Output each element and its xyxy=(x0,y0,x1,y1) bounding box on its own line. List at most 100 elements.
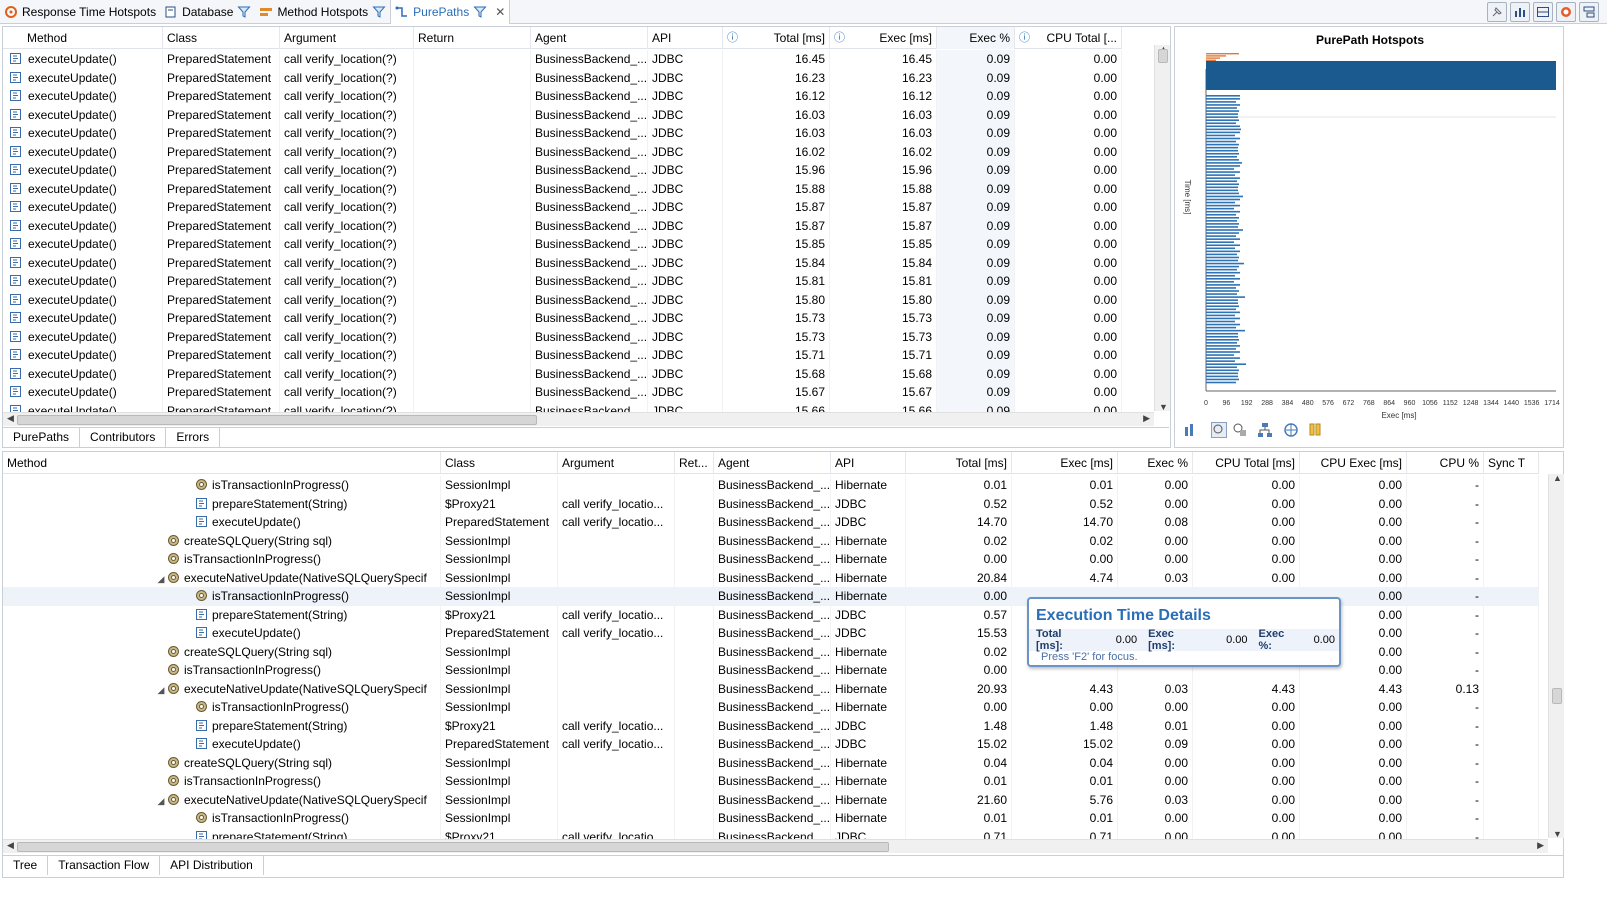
tab-method-hotspots[interactable]: Method Hotspots xyxy=(255,0,390,24)
record-icon[interactable] xyxy=(1556,2,1576,22)
tree-column-header[interactable]: API xyxy=(831,452,906,474)
column-header-method[interactable]: Method xyxy=(3,27,163,49)
tree-row[interactable]: executeUpdate() PreparedStatement call ver… xyxy=(3,735,1539,754)
tree-row[interactable]: prepareStatement(String) $Proxy21 call ver… xyxy=(3,716,1539,735)
collapse-arrow-icon[interactable]: ◢ xyxy=(155,570,167,588)
table-row[interactable]: executeUpdate() PreparedStatement call ver… xyxy=(3,87,1122,106)
tree-row[interactable]: isTransactionInProgress() SessionImpl Busi… xyxy=(3,698,1539,717)
filter-icon[interactable] xyxy=(372,5,386,19)
hotspots-chart-canvas[interactable]: 0 96 192 288 384 480 576 672 768 864 960 1056 1152 12… xyxy=(1175,47,1565,437)
cell-text: JDBC xyxy=(652,89,684,103)
tree-row[interactable]: isTransactionInProgress() SessionImpl Busi… xyxy=(3,476,1539,495)
tree-row[interactable]: ◢ executeNativeUpdate(NativeSQLQuerySpeci… xyxy=(3,568,1539,588)
tree-row[interactable]: ◢ executeNativeUpdate(NativeSQLQuerySpeci… xyxy=(3,790,1539,810)
tab-purepaths[interactable]: PurePaths ✕ xyxy=(390,0,511,24)
column-header-exec[interactable]: Exec % xyxy=(937,27,1015,49)
collapse-arrow-icon[interactable]: ◢ xyxy=(155,792,167,810)
tab-response-time-hotspots[interactable]: Response Time Hotspots xyxy=(0,0,160,24)
tree-column-header[interactable]: Total [ms] xyxy=(906,452,1012,474)
table-row[interactable]: executeUpdate() PreparedStatement call ver… xyxy=(3,272,1122,291)
table-row[interactable]: executeUpdate() PreparedStatement call ver… xyxy=(3,253,1122,272)
info-icon[interactable]: ⓘ xyxy=(834,27,845,49)
table-row[interactable]: executeUpdate() PreparedStatement call ver… xyxy=(3,50,1122,69)
tree-column-header[interactable]: Method xyxy=(3,452,441,474)
column-header-argument[interactable]: Argument xyxy=(280,27,414,49)
tree-column-header[interactable]: Class xyxy=(441,452,558,474)
cell-text: 0.00 xyxy=(1271,570,1295,585)
chart-toggle-icon[interactable] xyxy=(1510,2,1530,22)
tree-column-header[interactable]: Exec [ms] xyxy=(1012,452,1118,474)
bar-chart-icon[interactable] xyxy=(1183,422,1201,440)
tree-view-icon[interactable] xyxy=(1257,422,1275,440)
layout-icon[interactable] xyxy=(1579,2,1599,22)
collapse-arrow-icon[interactable]: ◢ xyxy=(155,681,167,699)
tree-horizontal-scrollbar[interactable]: ◀ ▶ xyxy=(3,839,1548,853)
table-row[interactable]: executeUpdate() PreparedStatement call ver… xyxy=(3,235,1122,254)
tree-row[interactable]: createSQLQuery(String sql) SessionImpl Bus… xyxy=(3,753,1539,772)
tree-row[interactable]: ◢ executeNativeUpdate(NativeSQLQuerySpeci… xyxy=(3,679,1539,699)
purepaths-subtabs: PurePaths Contributors Errors xyxy=(3,427,1169,447)
tree-row[interactable]: isTransactionInProgress() SessionImpl Busi… xyxy=(3,809,1539,828)
hotspot-bar xyxy=(1206,326,1236,329)
tree-row[interactable]: isTransactionInProgress() SessionImpl Busi… xyxy=(3,550,1539,569)
subtab-errors[interactable]: Errors xyxy=(166,428,221,447)
purepaths-vertical-scrollbar[interactable]: ▲ ▼ xyxy=(1154,44,1170,412)
table-row[interactable]: executeUpdate() PreparedStatement call ver… xyxy=(3,124,1122,143)
column-header-return[interactable]: Return xyxy=(414,27,531,49)
column-header-total-ms[interactable]: ⓘ Total [ms] xyxy=(723,27,830,49)
tab-database[interactable]: Database xyxy=(160,0,255,24)
tree-column-header[interactable]: Argument xyxy=(558,452,675,474)
tree-row[interactable]: prepareStatement(String) $Proxy21 call ver… xyxy=(3,494,1539,513)
table-row[interactable]: executeUpdate() PreparedStatement call ver… xyxy=(3,401,1122,412)
table-row[interactable]: executeUpdate() PreparedStatement call ver… xyxy=(3,142,1122,161)
column-header-class[interactable]: Class xyxy=(163,27,280,49)
pause-icon[interactable] xyxy=(1307,422,1325,440)
filter-icon[interactable] xyxy=(473,5,487,19)
filter-icon[interactable] xyxy=(237,5,252,19)
tree-column-header[interactable]: Ret... xyxy=(675,452,714,474)
table-row[interactable]: executeUpdate() PreparedStatement call ver… xyxy=(3,290,1122,309)
sync-icon[interactable] xyxy=(1283,422,1301,440)
subtab-api-distribution[interactable]: API Distribution xyxy=(160,856,264,875)
hotspot-view-icon[interactable] xyxy=(1211,422,1229,440)
table-row[interactable]: executeUpdate() PreparedStatement call ver… xyxy=(3,179,1122,198)
table-row[interactable]: executeUpdate() PreparedStatement call ver… xyxy=(3,198,1122,217)
subtab-transaction-flow[interactable]: Transaction Flow xyxy=(48,856,161,875)
column-header-api[interactable]: API xyxy=(648,27,723,49)
table-row[interactable]: executeUpdate() PreparedStatement call ver… xyxy=(3,105,1122,124)
column-header-agent[interactable]: Agent xyxy=(531,27,648,49)
table-cell: BusinessBackend_... xyxy=(531,87,648,106)
table-row[interactable]: executeUpdate() PreparedStatement call ver… xyxy=(3,161,1122,180)
close-icon[interactable]: ✕ xyxy=(495,5,505,19)
tree-column-header[interactable]: Sync T xyxy=(1484,452,1539,474)
tree-column-header[interactable]: CPU Exec [ms] xyxy=(1300,452,1407,474)
purepaths-horizontal-scrollbar[interactable]: ◀ ▶ xyxy=(3,412,1154,426)
table-row[interactable]: executeUpdate() PreparedStatement call ver… xyxy=(3,327,1122,346)
table-row[interactable]: executeUpdate() PreparedStatement call ver… xyxy=(3,383,1122,402)
table-row[interactable]: executeUpdate() PreparedStatement call ver… xyxy=(3,68,1122,87)
table-row[interactable]: executeUpdate() PreparedStatement call ver… xyxy=(3,346,1122,365)
column-header-cpu-total[interactable]: ⓘ CPU Total [... xyxy=(1015,27,1122,49)
tree-vertical-scrollbar[interactable]: ▲ ▼ xyxy=(1548,473,1564,839)
subtab-purepaths[interactable]: PurePaths xyxy=(3,428,81,447)
column-header-label: Return xyxy=(418,31,455,45)
info-icon[interactable]: ⓘ xyxy=(727,27,738,49)
info-icon[interactable]: ⓘ xyxy=(1019,27,1030,49)
table-row[interactable]: executeUpdate() PreparedStatement call ver… xyxy=(3,216,1122,235)
tree-column-header[interactable]: CPU % xyxy=(1407,452,1484,474)
agent-view-icon[interactable] xyxy=(1232,422,1250,440)
subtab-contributors[interactable]: Contributors xyxy=(80,428,167,447)
cell-text: 0.00 xyxy=(1378,663,1402,677)
pin-icon[interactable] xyxy=(1487,2,1507,22)
table-row[interactable]: executeUpdate() PreparedStatement call ver… xyxy=(3,364,1122,383)
tree-row[interactable]: executeUpdate() PreparedStatement call ver… xyxy=(3,513,1539,532)
tree-column-header[interactable]: CPU Total [ms] xyxy=(1193,452,1300,474)
tree-column-header[interactable]: Exec % xyxy=(1118,452,1193,474)
tree-column-header[interactable]: Agent xyxy=(714,452,831,474)
split-view-icon[interactable] xyxy=(1533,2,1553,22)
table-row[interactable]: executeUpdate() PreparedStatement call ver… xyxy=(3,309,1122,328)
tree-row[interactable]: isTransactionInProgress() SessionImpl Busi… xyxy=(3,772,1539,791)
tree-row[interactable]: createSQLQuery(String sql) SessionImpl Bus… xyxy=(3,531,1539,550)
column-header-exec-ms[interactable]: ⓘ Exec [ms] xyxy=(830,27,937,49)
subtab-tree[interactable]: Tree xyxy=(3,856,49,875)
